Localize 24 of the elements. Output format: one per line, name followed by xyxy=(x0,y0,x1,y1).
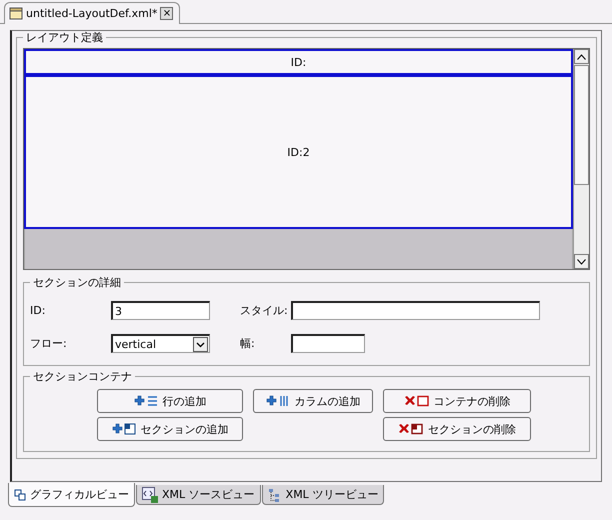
view-tab[interactable]: グラフィカルビュー xyxy=(8,483,135,507)
editor-tab[interactable]: untitled-LayoutDef.xml* × xyxy=(4,2,180,24)
action-button[interactable]: コンテナの削除 xyxy=(383,389,531,413)
field-label: フロー: xyxy=(30,336,68,351)
field-label: ID: xyxy=(30,304,46,317)
action-button[interactable]: セクションの削除 xyxy=(383,417,531,441)
group-title: セクションコンテナ xyxy=(32,370,133,383)
field-label: スタイル: xyxy=(240,303,289,318)
flow-dropdown[interactable]: vertical xyxy=(111,334,210,353)
group-title: セクションの詳細 xyxy=(32,276,122,289)
close-button[interactable]: × xyxy=(160,7,174,20)
view-tab[interactable]: XML ソースビュー xyxy=(136,485,261,505)
action-button[interactable]: カラムの追加 xyxy=(253,389,373,413)
group-title: レイアウト定義 xyxy=(25,31,104,44)
layout-section[interactable]: ID: xyxy=(24,49,573,75)
tab-title: untitled-LayoutDef.xml* xyxy=(26,7,158,20)
section-id: ID: xyxy=(290,56,306,68)
action-button[interactable]: 行の追加 xyxy=(97,389,243,413)
field-label: 幅: xyxy=(240,336,256,351)
layout-section[interactable]: ID:2 xyxy=(24,75,573,229)
view-tab[interactable]: XML ツリービュー xyxy=(262,485,384,505)
action-button[interactable]: セクションの追加 xyxy=(97,417,243,441)
section-id: ID:2 xyxy=(287,146,310,158)
text-field[interactable]: 3 xyxy=(111,301,210,320)
